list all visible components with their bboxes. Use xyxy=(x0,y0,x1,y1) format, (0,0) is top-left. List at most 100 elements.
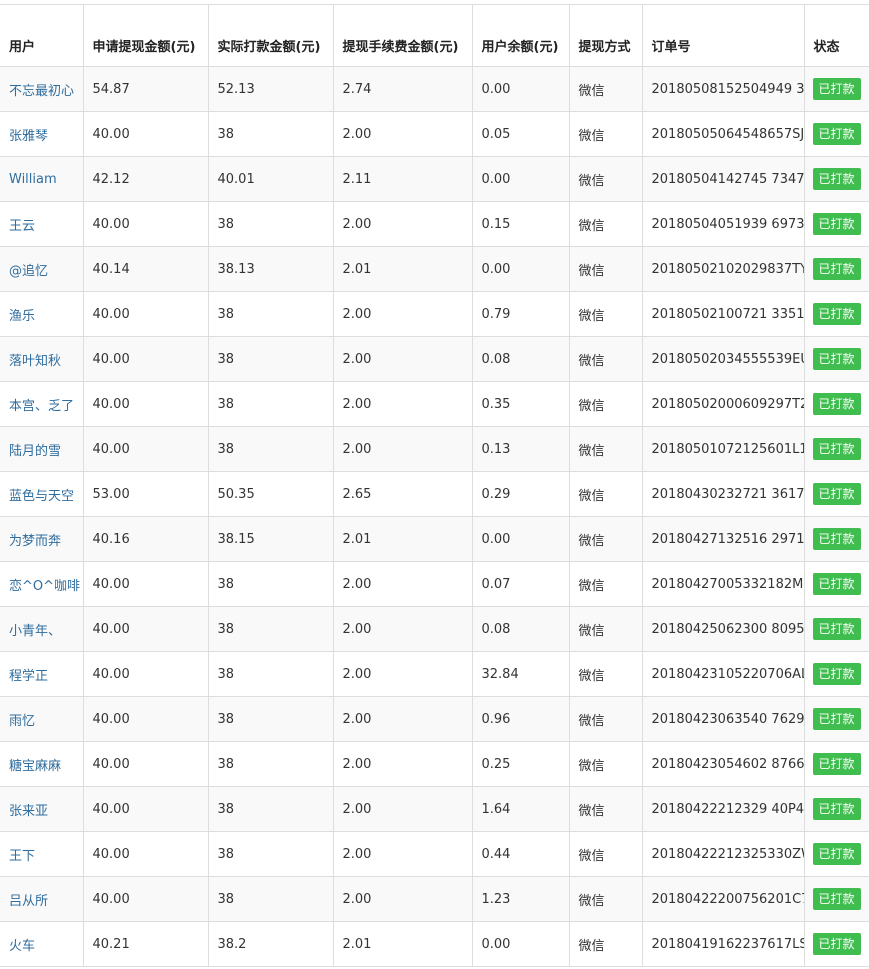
actual-amount-cell: 38 xyxy=(208,291,334,337)
status-cell: 已打款 xyxy=(804,606,869,652)
header-status: 状态 xyxy=(804,4,869,67)
status-badge[interactable]: 已打款 xyxy=(812,618,861,640)
method-cell: 微信 xyxy=(569,876,643,922)
actual-amount-cell: 38 xyxy=(208,426,334,472)
apply-amount-cell: 42.12 xyxy=(83,156,209,202)
method-cell: 微信 xyxy=(569,111,643,157)
actual-amount-cell: 38 xyxy=(208,201,334,247)
method-cell: 微信 xyxy=(569,471,643,517)
order-no-cell: 20180502000609297T2M xyxy=(642,381,805,427)
method-cell: 微信 xyxy=(569,66,643,112)
fee-cell: 2.00 xyxy=(333,696,473,742)
fee-cell: 2.65 xyxy=(333,471,473,517)
table-row: @追忆 40.14 38.13 2.01 0.00 微信 20180502102029837… xyxy=(0,246,869,292)
table-row: 糖宝麻麻 40.00 38 2.00 0.25 微信 20180423054602 8766… xyxy=(0,741,869,787)
apply-amount-cell: 40.00 xyxy=(83,426,209,472)
table-row: 恋^O^咖啡 40.00 38 2.00 0.07 微信 20180427005332182… xyxy=(0,561,869,607)
order-no-cell: 20180423105220706ALJ xyxy=(642,651,805,697)
method-cell: 微信 xyxy=(569,696,643,742)
status-badge[interactable]: 已打款 xyxy=(812,933,861,955)
user-cell: 恋^O^咖啡 xyxy=(0,561,84,607)
apply-amount-cell: 40.00 xyxy=(83,606,209,652)
user-cell: 雨忆 xyxy=(0,696,84,742)
table-row: 张来亚40.00382.001.64微信20180422212329 40P42… xyxy=(0,786,869,832)
status-cell: 已打款 xyxy=(804,156,869,202)
status-badge[interactable]: 已打款 xyxy=(812,438,861,460)
status-cell: 已打款 xyxy=(804,381,869,427)
table-row: 本宫、乏了 40.00 38 2.00 0.35 微信 20180502000609297T… xyxy=(0,381,869,427)
status-badge[interactable]: 已打款 xyxy=(812,798,861,820)
actual-amount-cell: 38 xyxy=(208,606,334,652)
table-row: 程学正 40.00 38 2.00 32.84 微信 20180423105220706AL… xyxy=(0,651,869,697)
fee-cell: 2.00 xyxy=(333,561,473,607)
fee-cell: 2.74 xyxy=(333,66,473,112)
fee-cell: 2.00 xyxy=(333,786,473,832)
status-cell: 已打款 xyxy=(804,561,869,607)
header-actual-amount: 实际打款金额(元) xyxy=(208,4,334,67)
user-cell: 小青年、 xyxy=(0,606,84,652)
status-badge[interactable]: 已打款 xyxy=(812,168,861,190)
actual-amount-cell: 40.01 xyxy=(208,156,334,202)
apply-amount-cell: 40.00 xyxy=(83,291,209,337)
status-badge[interactable]: 已打款 xyxy=(812,303,861,325)
status-cell: 已打款 xyxy=(804,246,869,292)
method-cell: 微信 xyxy=(569,741,643,787)
table-row: 王云 40.00 38 2.00 0.15 微信 20180504051939 6973PI… xyxy=(0,201,869,247)
status-badge[interactable]: 已打款 xyxy=(812,753,861,775)
status-badge[interactable]: 已打款 xyxy=(812,663,861,685)
fee-cell: 2.01 xyxy=(333,246,473,292)
status-badge[interactable]: 已打款 xyxy=(812,258,861,280)
status-cell: 已打款 xyxy=(804,291,869,337)
table-row: 蓝色与天空 53.00 50.35 2.65 0.29 微信 20180430232721 … xyxy=(0,471,869,517)
status-badge[interactable]: 已打款 xyxy=(812,888,861,910)
table-row: 火车 40.21 38.2 2.01 0.00 微信 20180419162237617LS… xyxy=(0,921,869,967)
status-badge[interactable]: 已打款 xyxy=(812,483,861,505)
apply-amount-cell: 40.00 xyxy=(83,876,209,922)
header-order-no: 订单号 xyxy=(642,4,805,67)
method-cell: 微信 xyxy=(569,246,643,292)
status-cell: 已打款 xyxy=(804,876,869,922)
apply-amount-cell: 40.00 xyxy=(83,741,209,787)
actual-amount-cell: 38.13 xyxy=(208,246,334,292)
status-badge[interactable]: 已打款 xyxy=(812,393,861,415)
status-badge[interactable]: 已打款 xyxy=(812,213,861,235)
actual-amount-cell: 38 xyxy=(208,111,334,157)
status-badge[interactable]: 已打款 xyxy=(812,528,861,550)
fee-cell: 2.00 xyxy=(333,336,473,382)
status-cell: 已打款 xyxy=(804,651,869,697)
method-cell: 微信 xyxy=(569,651,643,697)
table-row: 小青年、 40.00 38 2.00 0.08 微信 20180425062300 8095… xyxy=(0,606,869,652)
header-balance: 用户余额(元) xyxy=(472,4,570,67)
status-cell: 已打款 xyxy=(804,741,869,787)
status-badge[interactable]: 已打款 xyxy=(812,708,861,730)
status-cell: 已打款 xyxy=(804,426,869,472)
table-row: 陆月的雪 40.00 38 2.00 0.13 微信 20180501072125601L1… xyxy=(0,426,869,472)
status-badge[interactable]: 已打款 xyxy=(812,78,861,100)
table-row: 为梦而奔 40.16 38.15 2.01 0.00 微信 20180427132516 2… xyxy=(0,516,869,562)
apply-amount-cell: 40.00 xyxy=(83,381,209,427)
fee-cell: 2.00 xyxy=(333,381,473,427)
actual-amount-cell: 38 xyxy=(208,561,334,607)
fee-cell: 2.00 xyxy=(333,291,473,337)
status-badge[interactable]: 已打款 xyxy=(812,573,861,595)
status-badge[interactable]: 已打款 xyxy=(812,843,861,865)
actual-amount-cell: 38 xyxy=(208,831,334,877)
actual-amount-cell: 52.13 xyxy=(208,66,334,112)
actual-amount-cell: 38 xyxy=(208,381,334,427)
status-badge[interactable]: 已打款 xyxy=(812,123,861,145)
user-cell: 陆月的雪 xyxy=(0,426,84,472)
order-no-cell: 20180422212325330ZW0 xyxy=(642,831,805,877)
status-cell: 已打款 xyxy=(804,696,869,742)
method-cell: 微信 xyxy=(569,921,643,967)
order-no-cell: 20180422212329 40P42B xyxy=(642,786,805,832)
method-cell: 微信 xyxy=(569,201,643,247)
fee-cell: 2.00 xyxy=(333,651,473,697)
status-cell: 已打款 xyxy=(804,831,869,877)
table-row: William 42.12 40.01 2.11 0.00 微信 2018050414274… xyxy=(0,156,869,202)
order-no-cell: 20180504051939 6973PI xyxy=(642,201,805,247)
balance-cell: 0.13 xyxy=(472,426,570,472)
status-badge[interactable]: 已打款 xyxy=(812,348,861,370)
balance-cell: 0.35 xyxy=(472,381,570,427)
balance-cell: 1.64 xyxy=(472,786,570,832)
table-row: 张雅琴 40.00 38 2.00 0.05 微信 20180505064548657SJS… xyxy=(0,111,869,157)
